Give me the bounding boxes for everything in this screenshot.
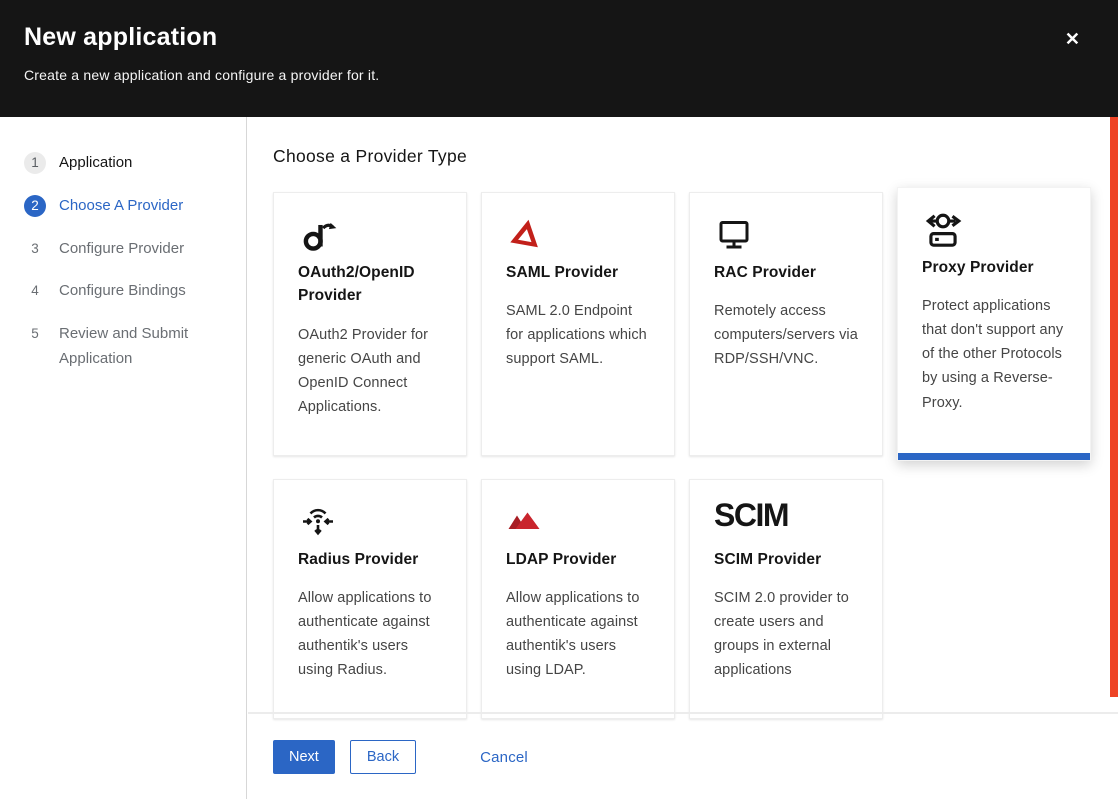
card-description: SCIM 2.0 provider to create users and gr… bbox=[714, 586, 858, 682]
card-description: Allow applications to authenticate again… bbox=[506, 586, 650, 682]
footer-divider bbox=[248, 712, 1118, 714]
step-number: 3 bbox=[24, 238, 46, 260]
provider-card-saml[interactable]: SAML Provider SAML 2.0 Endpoint for appl… bbox=[481, 192, 675, 456]
saml-icon bbox=[506, 215, 650, 261]
card-title: OAuth2/OpenID Provider bbox=[298, 261, 442, 308]
section-heading: Choose a Provider Type bbox=[273, 146, 1110, 167]
step-number: 2 bbox=[24, 195, 46, 217]
proxy-icon bbox=[922, 210, 1066, 256]
wizard-footer: Next Back Cancel bbox=[273, 740, 528, 774]
wizard-step-configure-provider[interactable]: 3 Configure Provider bbox=[0, 228, 246, 271]
card-title: Proxy Provider bbox=[922, 256, 1066, 279]
step-label: Choose A Provider bbox=[59, 194, 183, 219]
step-number: 1 bbox=[24, 152, 46, 174]
openid-icon bbox=[298, 215, 442, 261]
close-icon[interactable]: ✕ bbox=[1061, 26, 1084, 52]
card-description: Allow applications to authenticate again… bbox=[298, 586, 442, 682]
step-label: Review and Submit Application bbox=[59, 322, 209, 372]
provider-card-ldap[interactable]: LDAP Provider Allow applications to auth… bbox=[481, 479, 675, 719]
step-label: Application bbox=[59, 151, 132, 176]
card-description: OAuth2 Provider for generic OAuth and Op… bbox=[298, 323, 442, 419]
ldap-mountains-icon bbox=[506, 502, 650, 548]
wizard-step-choose-a-provider[interactable]: 2 Choose A Provider bbox=[0, 185, 246, 228]
wizard-step-application[interactable]: 1 Application bbox=[0, 142, 246, 185]
scim-wordmark-icon: SCIM bbox=[714, 502, 858, 548]
provider-card-oauth2-openid[interactable]: OAuth2/OpenID Provider OAuth2 Provider f… bbox=[273, 192, 467, 456]
background-accent-strip bbox=[1110, 117, 1118, 697]
next-button[interactable]: Next bbox=[273, 740, 335, 774]
monitor-icon bbox=[714, 215, 858, 261]
provider-card-rac[interactable]: RAC Provider Remotely access computers/s… bbox=[689, 192, 883, 456]
radius-icon bbox=[298, 502, 442, 548]
cancel-link[interactable]: Cancel bbox=[480, 749, 528, 766]
card-title: SAML Provider bbox=[506, 261, 650, 284]
card-title: RAC Provider bbox=[714, 261, 858, 284]
modal-subtitle: Create a new application and configure a… bbox=[24, 67, 1094, 83]
new-application-wizard-modal: New application Create a new application… bbox=[0, 0, 1118, 799]
wizard-steps-sidebar: 1 Application 2 Choose A Provider 3 Conf… bbox=[0, 117, 247, 799]
card-description: Protect applications that don't support … bbox=[922, 294, 1066, 414]
provider-card-proxy[interactable]: Proxy Provider Protect applications that… bbox=[897, 187, 1091, 461]
step-label: Configure Provider bbox=[59, 237, 184, 262]
wizard-step-review-and-submit[interactable]: 5 Review and Submit Application bbox=[0, 313, 246, 381]
modal-title: New application bbox=[24, 23, 1094, 52]
provider-card-radius[interactable]: Radius Provider Allow applications to au… bbox=[273, 479, 467, 719]
card-description: Remotely access computers/servers via RD… bbox=[714, 299, 858, 371]
modal-header: New application Create a new application… bbox=[0, 0, 1118, 117]
scim-wordmark-text: SCIM bbox=[714, 497, 788, 534]
step-number: 4 bbox=[24, 280, 46, 302]
provider-card-scim[interactable]: SCIM SCIM Provider SCIM 2.0 provider to … bbox=[689, 479, 883, 719]
provider-type-panel: Choose a Provider Type OAuth2/OpenID Pro… bbox=[248, 117, 1110, 719]
card-title: SCIM Provider bbox=[714, 548, 858, 571]
provider-cards-grid: OAuth2/OpenID Provider OAuth2 Provider f… bbox=[273, 192, 1110, 719]
card-title: LDAP Provider bbox=[506, 548, 650, 571]
step-label: Configure Bindings bbox=[59, 279, 186, 304]
card-title: Radius Provider bbox=[298, 548, 442, 571]
card-description: SAML 2.0 Endpoint for applications which… bbox=[506, 299, 650, 371]
wizard-step-configure-bindings[interactable]: 4 Configure Bindings bbox=[0, 270, 246, 313]
back-button[interactable]: Back bbox=[350, 740, 416, 774]
step-number: 5 bbox=[24, 323, 46, 345]
